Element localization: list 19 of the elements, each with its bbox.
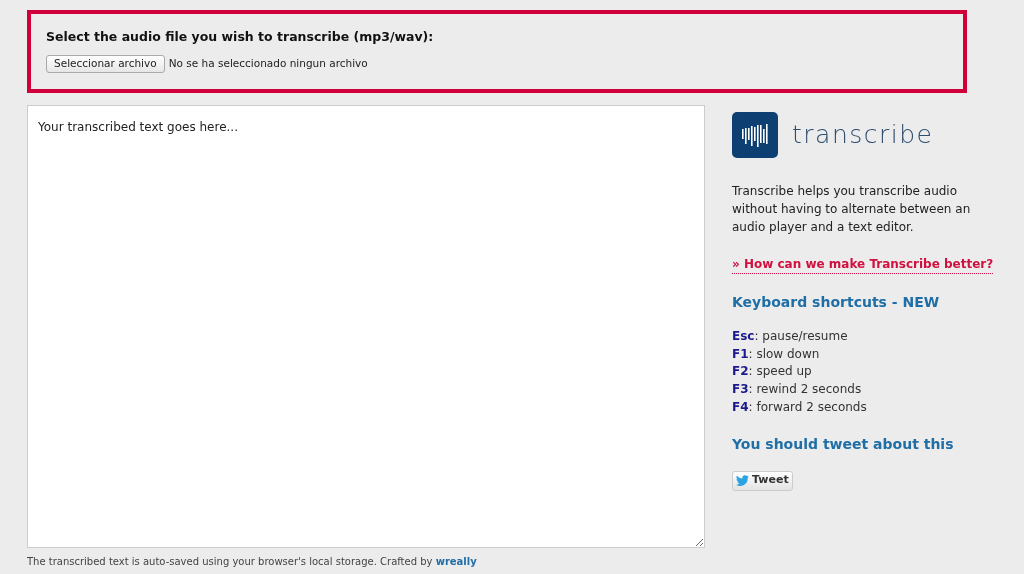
shortcut-line: F1: slow down: [732, 345, 821, 363]
tweet-button[interactable]: Tweet: [732, 470, 793, 491]
transcription-field[interactable]: Your transcribed text goes here...: [27, 105, 705, 548]
author-link[interactable]: wreally: [435, 556, 477, 567]
waveform-logo-icon: [732, 112, 778, 158]
upload-label: Select the audio file you wish to transcribe (mp3/wav):: [46, 28, 435, 46]
footer-text: The transcribed text is auto-saved using your browser's local storage. Crafted by: [27, 556, 434, 567]
shortcut-line: F2: speed up: [732, 363, 813, 381]
choose-file-button[interactable]: Seleccionar archivo: [46, 54, 165, 73]
shortcut-line: Esc: pause/resume: [732, 328, 849, 345]
feedback-link[interactable]: » How can we make Transcribe better?: [732, 255, 994, 274]
description: Transcribe helps you transcribe audio without having to alternate between an audio player and a text editor.: [732, 183, 972, 236]
logo-text: transcribe: [792, 119, 934, 152]
shortcut-line: F4: forward 2 seconds: [732, 398, 868, 416]
bird-icon: [736, 475, 750, 486]
tweet-heading: You should tweet about this: [732, 434, 955, 454]
shortcut-line: F3: rewind 2 seconds: [732, 381, 863, 399]
file-status: No se ha seleccionado ningun archivo: [168, 55, 368, 71]
shortcuts-heading: Keyboard shortcuts - NEW: [732, 293, 941, 312]
